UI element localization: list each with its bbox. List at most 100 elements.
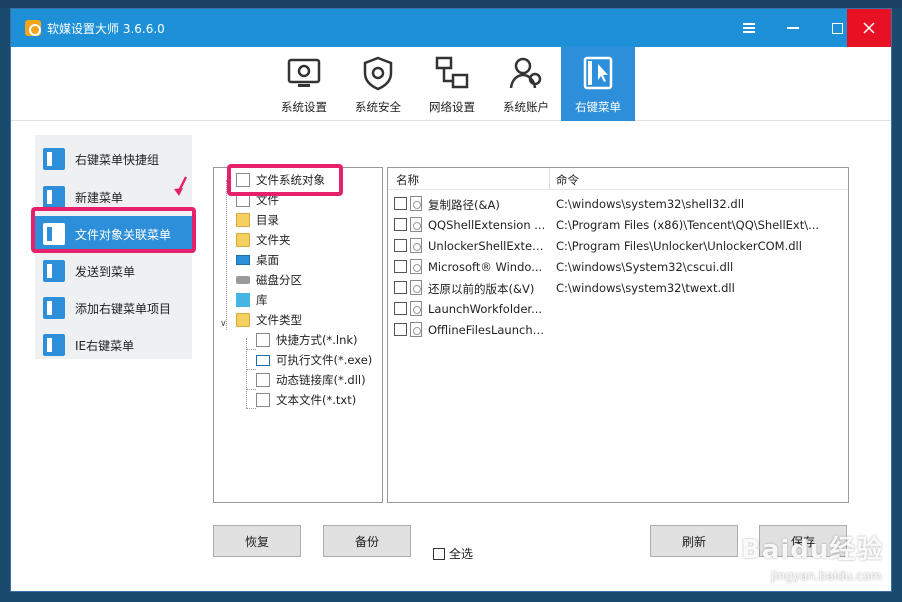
- row-checkbox[interactable]: [394, 260, 407, 273]
- row-command: C:\windows\system32\twext.dll: [556, 281, 735, 295]
- tree-node-label: 文件类型: [256, 313, 302, 327]
- folder-icon: [236, 313, 250, 327]
- row-name: QQShellExtension ...: [428, 218, 546, 232]
- sidebar-item-context-quick-group[interactable]: 右键菜单快捷组: [35, 141, 192, 177]
- tree-guide-line: [246, 389, 256, 390]
- row-name: 复制路径(&A): [428, 198, 500, 212]
- row-checkbox[interactable]: [394, 302, 407, 315]
- tree-node-file-types[interactable]: 文件类型: [236, 310, 302, 330]
- list-row[interactable]: LaunchWorkfolder...: [388, 298, 848, 319]
- tree-node-label: 文件夹: [256, 233, 291, 247]
- tree-node-library[interactable]: 库: [236, 290, 268, 310]
- tree-node-desktop[interactable]: 桌面: [236, 250, 279, 270]
- minimize-icon: [787, 27, 799, 29]
- column-header-command[interactable]: 命令: [556, 172, 579, 188]
- tree-node-disk-partition[interactable]: 磁盘分区: [236, 270, 302, 290]
- tree-node-dll[interactable]: 动态链接库(*.dll): [256, 370, 366, 390]
- column-header-name[interactable]: 名称: [396, 172, 419, 188]
- tab-network-settings[interactable]: 网络设置: [415, 47, 489, 121]
- tab-system-settings[interactable]: 系统设置: [267, 47, 341, 121]
- title-bar[interactable]: 软媒设置大师 3.6.6.0: [11, 9, 891, 47]
- sidebar-item-add-context-item[interactable]: 添加右键菜单项目: [35, 290, 192, 326]
- backup-button[interactable]: 备份: [323, 525, 411, 557]
- row-checkbox[interactable]: [394, 218, 407, 231]
- shell-extension-icon: [410, 217, 422, 232]
- blank-file-icon: [410, 322, 422, 337]
- shield-gear-icon: [363, 56, 393, 91]
- main-toolbar: 系统设置 系统安全 网络设置 系统账户 右键菜单: [11, 47, 891, 121]
- sidebar-item-label: 添加右键菜单项目: [75, 302, 172, 316]
- tree-guide-line: [226, 180, 227, 330]
- tree-guide-line: [246, 408, 256, 409]
- menu-group-icon: [43, 148, 65, 170]
- list-row[interactable]: QQShellExtension ... C:\Program Files (x…: [388, 214, 848, 235]
- row-name: OfflineFilesLaunchS...: [428, 323, 546, 337]
- tree-node-shortcut[interactable]: 快捷方式(*.lnk): [256, 330, 358, 350]
- baidu-watermark-url: jingyan.baidu.com: [771, 569, 882, 583]
- tree-guide-line: [246, 369, 256, 370]
- annotation-highlight-box: [227, 164, 343, 196]
- row-checkbox[interactable]: [394, 281, 407, 294]
- tree-node-text-file[interactable]: 文本文件(*.txt): [256, 390, 356, 410]
- row-name: UnlockerShellExten...: [428, 239, 546, 253]
- tab-system-accounts[interactable]: 系统账户: [489, 47, 563, 121]
- tab-system-security[interactable]: 系统安全: [341, 47, 415, 121]
- sidebar-item-send-to[interactable]: 发送到菜单: [35, 253, 192, 289]
- shortcut-icon: [256, 333, 270, 347]
- tree-node-label: 库: [256, 293, 268, 307]
- sidebar-item-ie-context-menu[interactable]: IE右键菜单: [35, 327, 192, 363]
- shell-extension-icon: [410, 238, 422, 253]
- row-checkbox[interactable]: [394, 197, 407, 210]
- close-button[interactable]: [847, 9, 891, 47]
- row-checkbox[interactable]: [394, 323, 407, 336]
- maximize-icon: [831, 22, 843, 34]
- column-divider[interactable]: [549, 168, 550, 190]
- tab-label: 系统设置: [281, 100, 327, 114]
- checkbox-box[interactable]: [433, 547, 445, 560]
- annotation-highlight-box: [31, 207, 196, 253]
- tree-node-label: 动态链接库(*.dll): [276, 373, 366, 387]
- tree-node-label: 桌面: [256, 253, 279, 267]
- tab-label: 右键菜单: [575, 100, 621, 114]
- row-name: LaunchWorkfolder...: [428, 302, 543, 316]
- app-window: 软媒设置大师 3.6.6.0 系统设置 系统安全 网络设置 系统账户 右键菜单 …: [10, 8, 892, 592]
- sidebar-item-label: 发送到菜单: [75, 265, 136, 279]
- row-command: C:\windows\system32\shell32.dll: [556, 197, 745, 211]
- collapse-chevron-icon[interactable]: ∨: [220, 319, 230, 329]
- sidebar-item-label: 右键菜单快捷组: [75, 153, 160, 167]
- desktop-icon: [236, 255, 250, 265]
- list-row[interactable]: UnlockerShellExten... C:\Program Files\U…: [388, 235, 848, 256]
- row-command: C:\windows\System32\cscui.dll: [556, 260, 734, 274]
- tree-node-executable[interactable]: 可执行文件(*.exe): [256, 350, 372, 370]
- app-logo-icon: [25, 20, 41, 36]
- row-checkbox[interactable]: [394, 239, 407, 252]
- annotation-arrow-icon: [174, 176, 188, 196]
- tree-node-label: 磁盘分区: [256, 273, 302, 287]
- minimize-button[interactable]: [771, 9, 815, 47]
- row-command: C:\Program Files\Unlocker\UnlockerCOM.dl…: [556, 239, 802, 253]
- restore-button[interactable]: 恢复: [213, 525, 301, 557]
- list-row[interactable]: 复制路径(&A) C:\windows\system32\shell32.dll: [388, 193, 848, 214]
- tree-guide-line: [246, 349, 256, 350]
- menu-button[interactable]: [727, 9, 771, 47]
- network-icon: [435, 56, 469, 89]
- baidu-watermark-logo: Baidu经验: [741, 535, 884, 565]
- row-name: 还原以前的版本(&V): [428, 282, 535, 296]
- tab-context-menu[interactable]: 右键菜单: [561, 47, 635, 121]
- tree-node-directory[interactable]: 目录: [236, 210, 279, 230]
- refresh-button[interactable]: 刷新: [650, 525, 738, 557]
- shell-extension-icon: [410, 196, 422, 211]
- menu-item-list[interactable]: 名称 命令 复制路径(&A) C:\windows\system32\shell…: [387, 167, 849, 503]
- tree-node-label: 文本文件(*.txt): [276, 393, 357, 407]
- sidebar-item-label: 新建菜单: [75, 191, 124, 205]
- tree-node-folder[interactable]: 文件夹: [236, 230, 291, 250]
- select-all-checkbox[interactable]: 全选: [433, 545, 473, 562]
- list-row[interactable]: 还原以前的版本(&V) C:\windows\system32\twext.dl…: [388, 277, 848, 298]
- list-row[interactable]: Microsoft® Windo... C:\windows\System32\…: [388, 256, 848, 277]
- object-tree[interactable]: 文件系统对象 文件 目录 文件夹 桌面 磁盘分区 库 ∨ 文件类型 快捷方式(*…: [213, 167, 383, 503]
- close-icon: [863, 22, 875, 34]
- list-header: 名称 命令: [388, 168, 848, 190]
- row-command: C:\Program Files (x86)\Tencent\QQ\ShellE…: [556, 218, 820, 232]
- list-row[interactable]: OfflineFilesLaunchS...: [388, 319, 848, 340]
- sidebar-item-label: IE右键菜单: [75, 339, 135, 353]
